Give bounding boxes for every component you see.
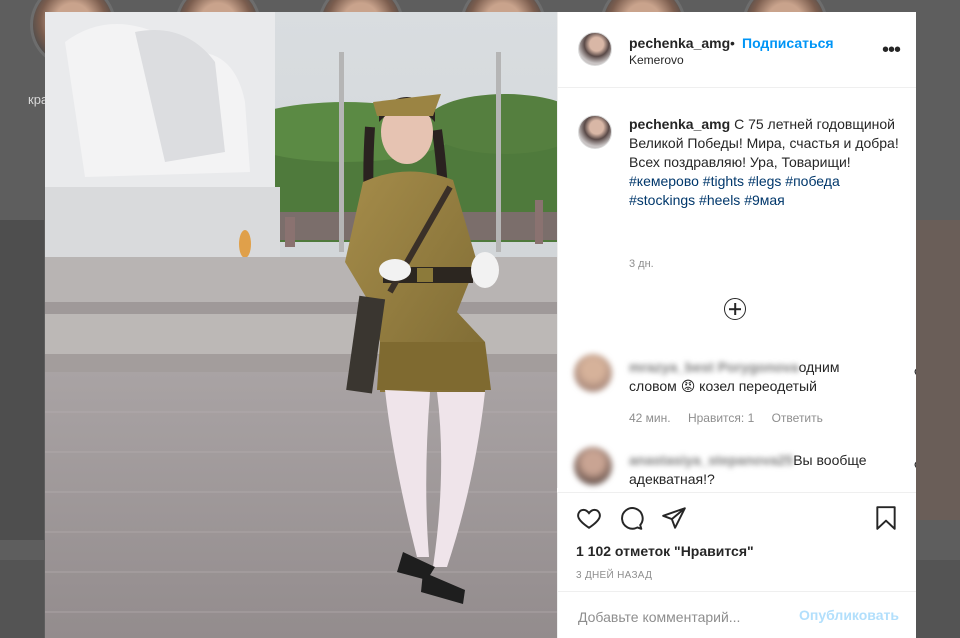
comment-avatar[interactable] (574, 447, 612, 485)
heart-icon[interactable] (914, 459, 916, 473)
comment-likes[interactable]: Нравится: 1 (688, 411, 754, 425)
post-actions: 1 102 отметок "Нравится" 3 ДНЕЙ НАЗАД Оп… (557, 492, 916, 638)
background-tile (916, 560, 960, 638)
reply-button[interactable]: Ответить (772, 411, 823, 425)
author-avatar[interactable] (578, 32, 612, 66)
comment-meta: 42 мин. Нравится: 1 Ответить (629, 411, 837, 425)
hashtag[interactable]: #stockings (629, 192, 695, 208)
separator-dot: • (730, 35, 735, 51)
background-tile (0, 560, 44, 638)
share-icon[interactable] (661, 505, 687, 531)
caption-username[interactable]: pechenka_amg (629, 116, 730, 132)
hashtag[interactable]: #9мая (744, 192, 785, 208)
comment-username[interactable]: mrazya_best Porygonova (629, 358, 799, 377)
post-location[interactable]: Kemerovo (629, 53, 684, 67)
comment-time: 42 мин. (629, 411, 671, 425)
background-tile (916, 220, 960, 520)
plus-circle-icon[interactable] (724, 298, 746, 320)
hashtag[interactable]: #победа (785, 173, 839, 189)
post-date: 3 ДНЕЙ НАЗАД (576, 570, 653, 581)
comment-text: anastasiya_stepanova25Вы вообще адекватн… (629, 451, 879, 489)
comment-username[interactable]: anastasiya_stepanova25 (629, 451, 793, 470)
caption-avatar[interactable] (578, 115, 612, 149)
publish-button[interactable]: Опубликовать (799, 607, 899, 623)
follow-button[interactable]: Подписаться (742, 35, 834, 51)
likes-count[interactable]: 1 102 отметок "Нравится" (576, 543, 754, 559)
caption-time: 3 дн. (629, 258, 654, 270)
comment-avatar[interactable] (574, 354, 612, 392)
hashtag[interactable]: #tights (703, 173, 744, 189)
comments-area: pechenka_amg С 75 летней годовщиной Вели… (557, 88, 916, 488)
post-caption: pechenka_amg С 75 летней годовщиной Вели… (629, 115, 899, 210)
author-username[interactable]: pechenka_amg (629, 35, 730, 51)
comment-text: mrazya_best Porygonovaодним словом 😡 коз… (629, 358, 879, 396)
post-photo[interactable] (45, 12, 557, 638)
background-tile (0, 220, 44, 540)
comment-icon[interactable] (618, 505, 644, 531)
hashtag[interactable]: #heels (699, 192, 740, 208)
post-modal: pechenka_amg • Подписаться Kemerovo ••• … (45, 12, 916, 638)
comment-input[interactable] (576, 606, 790, 628)
bookmark-icon[interactable] (873, 505, 899, 531)
post-photo-illustration (45, 12, 557, 638)
comment-composer: Опубликовать (558, 591, 916, 638)
post-header: pechenka_amg • Подписаться Kemerovo ••• (557, 12, 916, 88)
post-side-panel: pechenka_amg • Подписаться Kemerovo ••• … (557, 12, 916, 638)
hashtag[interactable]: #кемерово (629, 173, 699, 189)
more-horizontal-icon[interactable]: ••• (880, 39, 902, 61)
heart-icon[interactable] (576, 505, 602, 531)
heart-icon[interactable] (914, 366, 916, 380)
hashtag[interactable]: #legs (748, 173, 781, 189)
